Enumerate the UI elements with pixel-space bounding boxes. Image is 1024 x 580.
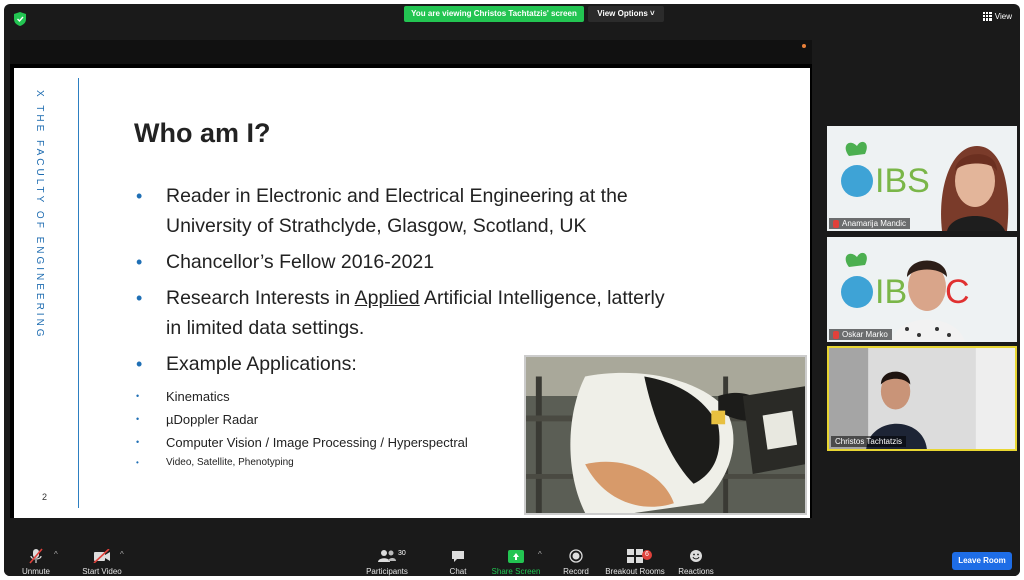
record-icon — [569, 549, 583, 563]
video-off-icon — [93, 549, 110, 563]
start-video-label: Start Video — [82, 567, 122, 576]
shared-screen-top-strip — [10, 40, 812, 64]
share-screen-button[interactable]: Share Screen — [488, 548, 544, 576]
bullet-reader: Reader in Electronic and Electrical Engi… — [134, 181, 774, 241]
breakout-rooms-icon — [627, 549, 643, 563]
participants-icon — [378, 550, 396, 562]
slide-page-number: 2 — [42, 492, 48, 502]
view-button[interactable]: View — [982, 9, 1012, 23]
participants-label: Participants — [366, 567, 408, 576]
ibs-logo-text-1: IBS — [875, 162, 930, 200]
participant-name-tag: Christos Tachtatzis — [831, 436, 906, 447]
bullet-reader-line2: University of Strathclyde, Glasgow, Scot… — [166, 215, 587, 237]
svg-text:C: C — [945, 273, 970, 311]
unmute-button[interactable]: Unmute — [16, 548, 56, 576]
slide-title: Who am I? — [134, 118, 271, 148]
faculty-sidebar-text: X THE FACULTY OF ENGINEERING — [34, 90, 45, 340]
record-label: Record — [563, 567, 589, 576]
reactions-button[interactable]: Reactions — [674, 548, 718, 576]
participant-name-tag: Oskar Marko — [829, 329, 892, 340]
view-options-button[interactable]: View Options ˅ — [588, 6, 664, 22]
bullet-research: Research Interests in Applied Artificial… — [134, 283, 774, 343]
security-shield-icon[interactable] — [14, 12, 26, 26]
participant-tile-christos[interactable]: Christos Tachtatzis — [827, 346, 1017, 451]
meeting-frame: You are viewing Christos Tachtatzis' scr… — [4, 4, 1020, 576]
chat-label: Chat — [449, 567, 467, 576]
muted-mic-icon — [29, 548, 43, 564]
record-button[interactable]: Record — [558, 548, 594, 576]
participant-tile-anamarija[interactable]: IBS Anamarija Mandic — [827, 126, 1017, 231]
applied-underlined-text: Applied — [354, 287, 420, 309]
participant-name: Christos Tachtatzis — [835, 437, 902, 446]
participant-name: Oskar Marko — [842, 330, 888, 339]
muted-mic-icon — [833, 330, 839, 339]
chat-button[interactable]: Chat — [440, 548, 476, 576]
share-screen-icon — [508, 549, 524, 563]
cow-photo — [524, 355, 807, 515]
participant-tile-oskar[interactable]: IB C Oskar Marko — [827, 237, 1017, 342]
zoom-window: You are viewing Christos Tachtatzis' scr… — [0, 0, 1024, 580]
bullet-research-line2: in limited data settings. — [166, 317, 365, 339]
breakout-rooms-badge: 6 — [642, 550, 652, 560]
audio-options-caret-icon[interactable]: ^ — [54, 550, 58, 559]
chat-icon — [452, 550, 464, 562]
grid-view-icon — [982, 11, 992, 21]
reactions-label: Reactions — [678, 567, 714, 576]
participant-name-tag: Anamarija Mandic — [829, 218, 911, 229]
view-label: View — [994, 11, 1012, 21]
participants-count: 30 — [398, 550, 406, 557]
breakout-rooms-label: Breakout Rooms — [605, 567, 665, 576]
bullet-research-post: Artificial Intelligence, latterly — [419, 287, 665, 309]
reactions-smiley-icon — [690, 550, 702, 562]
slide-divider — [78, 78, 79, 508]
bullet-reader-line1: Reader in Electronic and Electrical Engi… — [166, 185, 628, 207]
video-options-caret-icon[interactable]: ^ — [120, 550, 124, 559]
participants-button[interactable]: 30 Participants — [362, 548, 412, 576]
unmute-label: Unmute — [21, 567, 50, 576]
participant-name: Anamarija Mandic — [842, 219, 907, 228]
breakout-rooms-button[interactable]: 6 Breakout Rooms — [604, 548, 666, 576]
bullet-fellow: Chancellor’s Fellow 2016-2021 — [134, 247, 774, 277]
muted-mic-icon — [833, 219, 839, 228]
recording-indicator-dot — [802, 44, 806, 48]
share-options-caret-icon[interactable]: ^ — [538, 550, 542, 559]
share-screen-label: Share Screen — [491, 567, 541, 576]
bullet-research-pre: Research Interests in — [166, 287, 355, 309]
leave-room-button[interactable]: Leave Room — [952, 552, 1012, 570]
svg-text:IB: IB — [875, 273, 907, 311]
meeting-toolbar: Unmute ^ Start Video ^ 30 Participants C… — [4, 544, 1020, 576]
viewing-screen-banner: You are viewing Christos Tachtatzis' scr… — [404, 6, 584, 22]
